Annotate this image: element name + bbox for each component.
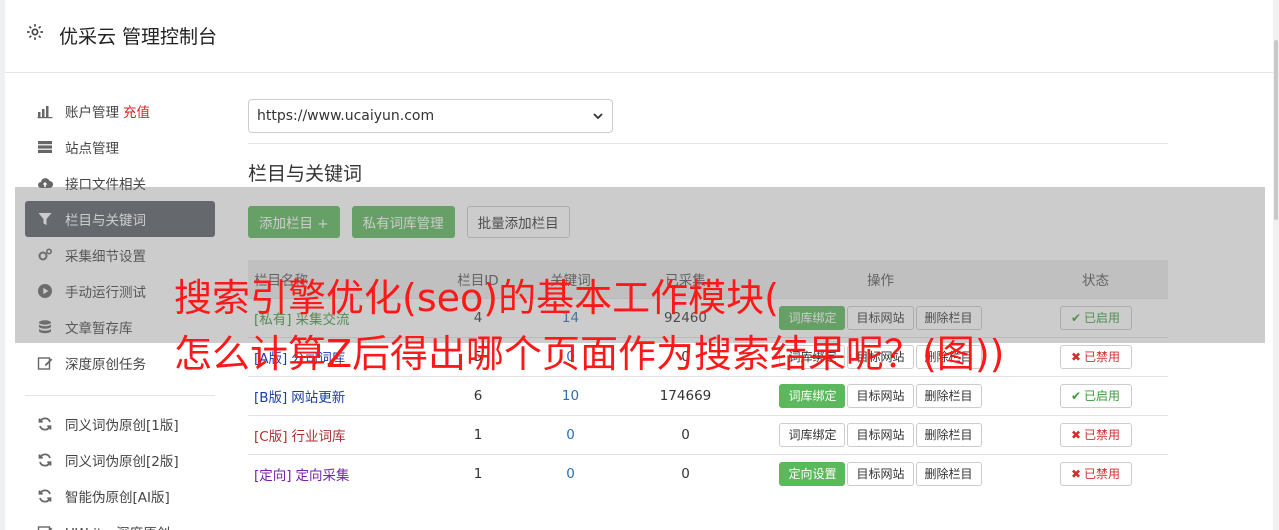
sidebar-item-uwriter[interactable]: UWriter深度原创 xyxy=(25,514,215,530)
table-row: [定向] 定向采集 1 0 0 定向设置 目标网站 删除栏目 ✖ 已禁用 xyxy=(248,453,1168,493)
overlay-line-1: 搜索引擎优化(seo)的基本工作模块( xyxy=(174,276,779,320)
delete-column-button[interactable]: 删除栏目 xyxy=(915,383,982,408)
actions-cell: 定向设置 目标网站 删除栏目 xyxy=(738,453,1023,493)
table-row: [C版] 行业词库 1 0 0 词库绑定 目标网站 删除栏目 ✖ 已禁用 xyxy=(248,414,1168,454)
site-select-value: https://www.ucaiyun.com xyxy=(257,108,435,124)
edit-icon xyxy=(37,524,53,530)
status-badge[interactable]: ✔ 已启用 xyxy=(1059,383,1132,408)
collected-count-cell: 0 xyxy=(633,453,738,493)
bind-lib-button[interactable]: 词库绑定 xyxy=(779,422,846,447)
server-icon xyxy=(37,139,53,155)
chevron-down-icon xyxy=(593,113,603,120)
sidebar-item-account[interactable]: 账户管理 充值 xyxy=(25,93,215,129)
refresh-icon xyxy=(37,416,53,432)
column-id-cell: 1 xyxy=(448,453,508,493)
column-name[interactable]: 网站更新 xyxy=(291,390,345,406)
refresh-icon xyxy=(37,452,53,468)
status-cell: ✖ 已禁用 xyxy=(1023,453,1168,493)
status-label: 已启用 xyxy=(1084,389,1121,403)
scrollbar[interactable] xyxy=(1273,0,1279,530)
edit-icon xyxy=(37,355,53,371)
column-id-cell: 1 xyxy=(448,414,508,454)
bind-lib-button[interactable]: 词库绑定 xyxy=(779,383,846,408)
sidebar-item-label: 站点管理 xyxy=(65,141,119,157)
sidebar-item-label: UWriter深度原创 xyxy=(65,522,170,530)
status-badge[interactable]: ✖ 已禁用 xyxy=(1059,461,1132,486)
console-title: 优采云 管理控制台 xyxy=(59,26,218,48)
sidebar-item-label: 账户管理 xyxy=(65,105,119,121)
column-tag: [定向] xyxy=(254,467,292,484)
column-tag: [C版] xyxy=(254,428,288,445)
section-title: 栏目与关键词 xyxy=(248,163,363,185)
check-icon: ✔ xyxy=(1070,388,1082,403)
overlay-line-2: 怎么计算Z后得出哪个页面作为搜索结果呢？(图)) xyxy=(174,332,1005,376)
recharge-link[interactable]: 充值 xyxy=(123,101,150,121)
target-site-button[interactable]: 目标网站 xyxy=(847,383,914,408)
site-select[interactable]: https://www.ucaiyun.com xyxy=(248,99,613,133)
sidebar-item-synonym-v1[interactable]: 同义词伪原创[1版] xyxy=(25,406,215,442)
status-label: 已禁用 xyxy=(1084,428,1121,442)
column-name-cell: [定向] 定向采集 xyxy=(248,453,448,493)
column-name[interactable]: 行业词库 xyxy=(291,429,345,445)
sidebar-item-label: 同义词伪原创[2版] xyxy=(65,454,179,470)
sidebar-item-label: 同义词伪原创[1版] xyxy=(65,418,179,434)
gear-icon xyxy=(27,24,43,40)
column-tag: [B版] xyxy=(254,389,288,406)
bind-lib-button[interactable]: 定向设置 xyxy=(779,461,846,486)
keyword-count-cell[interactable]: 0 xyxy=(508,414,633,454)
delete-column-button[interactable]: 删除栏目 xyxy=(915,461,982,486)
close-icon: ✖ xyxy=(1070,427,1082,442)
sidebar-item-label: 深度原创任务 xyxy=(65,357,146,373)
sidebar-item-synonym-v2[interactable]: 同义词伪原创[2版] xyxy=(25,442,215,478)
collected-count-cell: 0 xyxy=(633,414,738,454)
keyword-count-cell[interactable]: 0 xyxy=(508,453,633,493)
divider xyxy=(248,143,1168,144)
target-site-button[interactable]: 目标网站 xyxy=(847,422,914,447)
status-label: 已禁用 xyxy=(1084,467,1121,482)
delete-column-button[interactable]: 删除栏目 xyxy=(915,422,982,447)
refresh-icon xyxy=(37,488,53,504)
column-name-cell: [C版] 行业词库 xyxy=(248,414,448,454)
sidebar-item-sites[interactable]: 站点管理 xyxy=(25,129,215,165)
actions-cell: 词库绑定 目标网站 删除栏目 xyxy=(738,414,1023,454)
target-site-button[interactable]: 目标网站 xyxy=(847,461,914,486)
status-cell: ✖ 已禁用 xyxy=(1023,414,1168,454)
sidebar-item-label: 智能伪原创[AI版] xyxy=(65,490,170,506)
column-name[interactable]: 定向采集 xyxy=(296,468,350,484)
status-badge[interactable]: ✖ 已禁用 xyxy=(1059,422,1132,447)
bar-chart-icon xyxy=(37,103,53,119)
overlay-headline: 搜索引擎优化(seo)的基本工作模块( 怎么计算Z后得出哪个页面作为搜索结果呢？… xyxy=(174,270,1274,382)
top-header: 优采云 管理控制台 xyxy=(5,0,1279,73)
sidebar-divider xyxy=(25,395,215,396)
sidebar-item-ai-original[interactable]: 智能伪原创[AI版] xyxy=(25,478,215,514)
close-icon: ✖ xyxy=(1070,466,1082,481)
